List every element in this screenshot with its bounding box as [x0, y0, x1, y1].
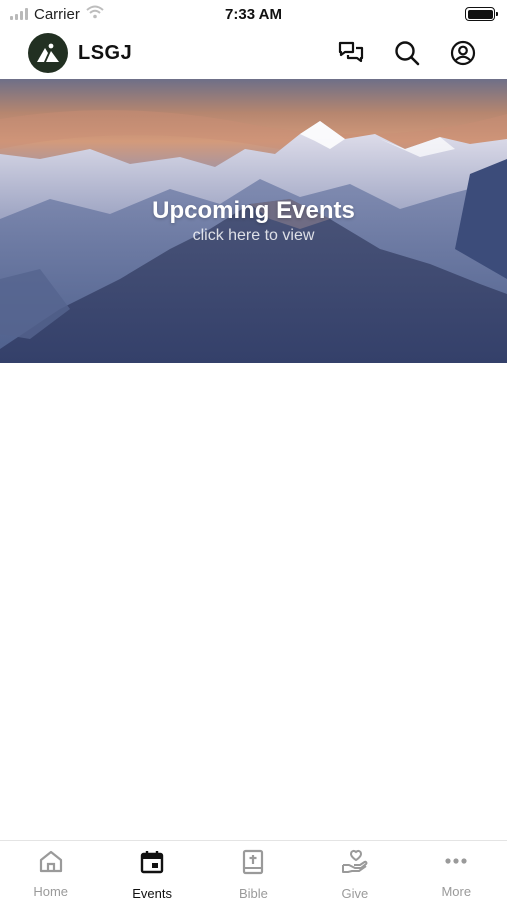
status-left: Carrier	[10, 5, 104, 23]
bottom-tab-bar: Home Events Bible Give More	[0, 840, 507, 900]
tab-home[interactable]: Home	[11, 849, 91, 899]
tab-bible[interactable]: Bible	[213, 849, 293, 900]
battery-icon	[465, 7, 498, 21]
hero-text: Upcoming Events click here to view	[0, 197, 507, 245]
give-icon	[341, 849, 369, 880]
tab-bible-label: Bible	[239, 886, 268, 900]
hero-subtitle: click here to view	[192, 227, 315, 244]
more-icon	[443, 849, 469, 878]
account-icon[interactable]	[449, 39, 477, 67]
header-actions	[337, 39, 477, 67]
status-bar: Carrier 7:33 AM	[0, 0, 507, 28]
home-icon	[38, 849, 64, 878]
wifi-icon	[86, 5, 104, 23]
tab-more-label: More	[441, 884, 472, 899]
tab-give-label: Give	[341, 886, 369, 900]
calendar-icon	[139, 849, 165, 880]
tab-home-label: Home	[33, 884, 69, 899]
brand-name: LSGJ	[78, 41, 133, 64]
upcoming-events-banner[interactable]: Upcoming Events click here to view	[0, 79, 507, 363]
tab-more[interactable]: More	[416, 849, 496, 899]
tab-events[interactable]: Events	[112, 849, 192, 900]
tab-events-label: Events	[132, 886, 172, 900]
search-icon[interactable]	[393, 39, 421, 67]
app-screen: Carrier 7:33 AM LSGJ Upcoming Events cli…	[0, 0, 507, 900]
app-header: LSGJ	[0, 28, 507, 78]
signal-icon	[10, 8, 28, 20]
logo-icon	[28, 33, 68, 73]
brand[interactable]: LSGJ	[28, 33, 132, 73]
bible-icon	[241, 849, 265, 880]
tab-give[interactable]: Give	[315, 849, 395, 900]
hero-title: Upcoming Events	[152, 197, 355, 224]
carrier-label: Carrier	[34, 5, 80, 23]
chat-icon[interactable]	[337, 39, 365, 67]
